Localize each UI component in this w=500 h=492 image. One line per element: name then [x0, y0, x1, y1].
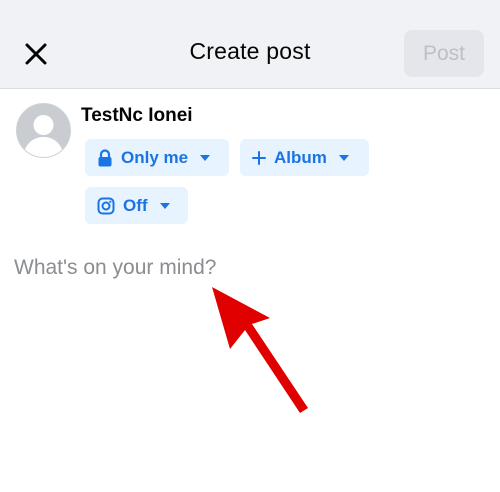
instagram-icon	[97, 197, 115, 214]
privacy-label: Only me	[121, 147, 189, 167]
privacy-selector[interactable]: Only me	[85, 139, 229, 176]
lock-icon	[98, 148, 112, 166]
instagram-toggle[interactable]: Off	[85, 187, 188, 224]
instagram-label: Off	[123, 195, 148, 215]
avatar[interactable]	[16, 103, 71, 158]
plus-icon	[252, 150, 266, 165]
post-composer-input[interactable]: What's on your mind?	[14, 256, 216, 280]
album-label: Album	[274, 147, 327, 167]
post-button[interactable]: Post	[404, 30, 484, 77]
caret-down-icon	[338, 154, 349, 161]
header-bar: Create post Post	[0, 0, 500, 89]
caret-down-icon	[159, 202, 170, 209]
default-avatar-icon	[17, 104, 70, 157]
caret-down-icon	[200, 154, 211, 161]
user-name: TestNc Ionei	[81, 105, 193, 126]
album-selector[interactable]: Album	[240, 139, 369, 176]
